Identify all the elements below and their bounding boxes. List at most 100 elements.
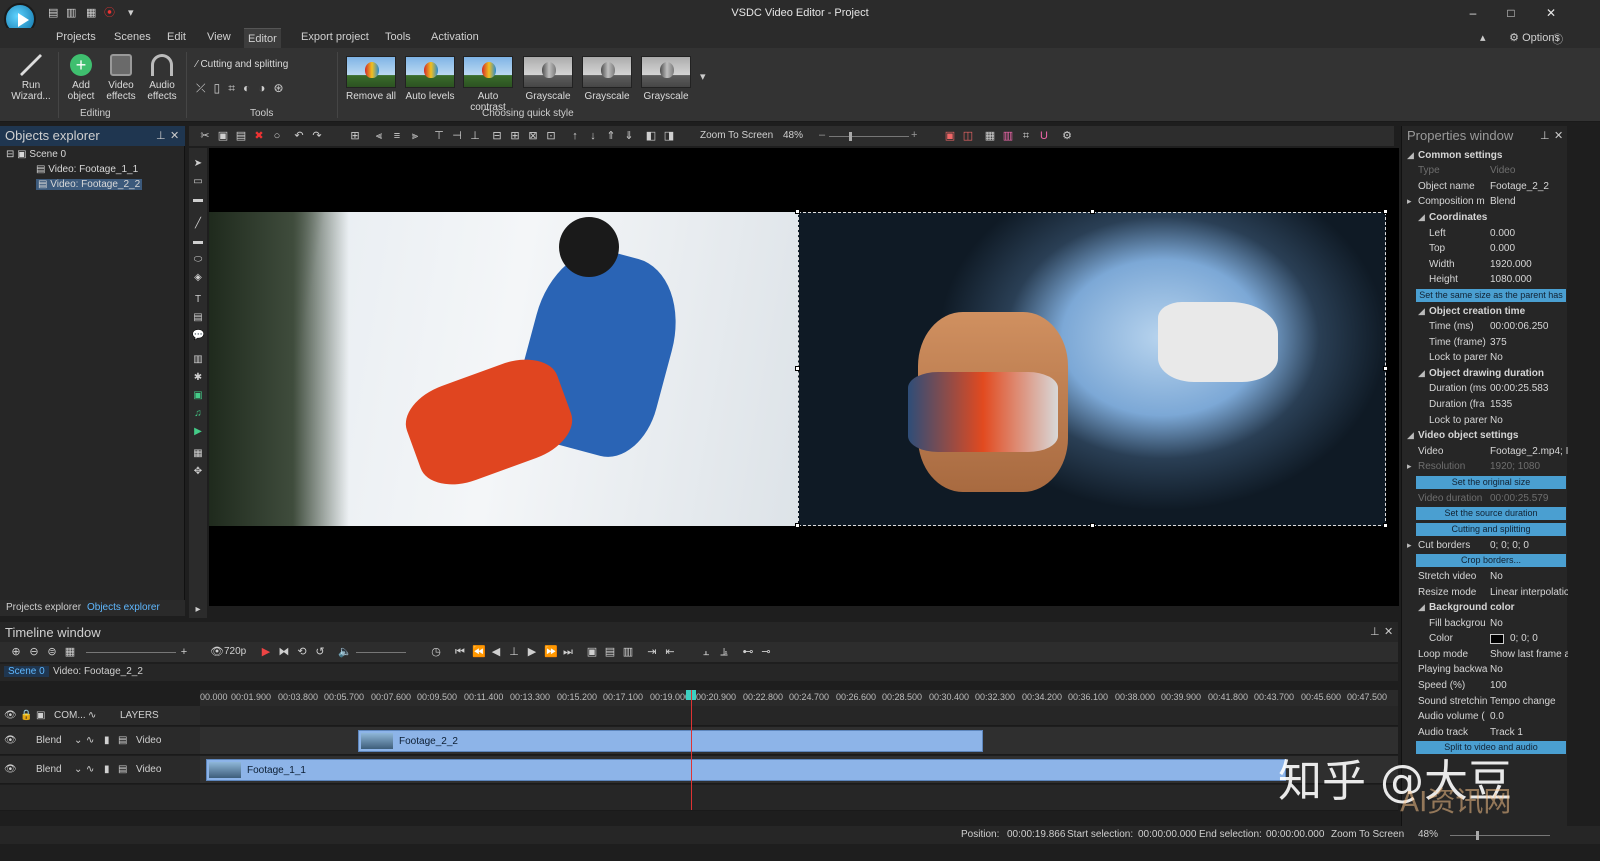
step-back-icon[interactable]: ◀ <box>490 646 502 658</box>
prop-speed[interactable]: Speed (%) 100 <box>1402 678 1568 693</box>
menu-edit[interactable]: Edit <box>163 31 190 43</box>
audio-wave-icon[interactable]: ∿ <box>86 764 94 775</box>
track-lane-1[interactable]: Footage_2_2 <box>200 727 1398 755</box>
animation-tool-icon[interactable]: ✱ <box>192 372 204 384</box>
timeline-ruler[interactable]: 00.000 00:01.900 00:03.800 00:05.700 00:… <box>200 690 1398 706</box>
menu-scenes[interactable]: Scenes <box>110 31 155 43</box>
pointer-icon[interactable]: ➤ <box>192 158 204 170</box>
prop-cut-borders[interactable]: ▸ Cut borders 0; 0; 0; 0 <box>1402 538 1568 553</box>
record-circle-icon[interactable]: ○ <box>271 130 283 142</box>
playhead-line[interactable] <box>691 690 692 810</box>
move-up-icon[interactable]: ↑ <box>569 130 581 142</box>
guides-icon[interactable]: ▥ <box>1002 130 1014 142</box>
preview-eye-icon[interactable]: 👁 <box>210 646 224 658</box>
tab-projects-explorer[interactable]: Projects explorer <box>6 602 81 613</box>
resize-handle[interactable] <box>1383 523 1388 528</box>
chevron-down-icon[interactable]: ⌄ <box>74 735 82 746</box>
same-size-icon[interactable]: ⊠ <box>527 130 539 142</box>
rewind-loop-icon[interactable]: ↺ <box>314 646 326 658</box>
align-middle-icon[interactable]: ⊣ <box>451 130 463 142</box>
group-icon[interactable]: ◧ <box>645 130 657 142</box>
zoom-out-timeline-icon[interactable]: ⊖ <box>28 646 40 658</box>
prop-resize-mode[interactable]: Resize mode Linear interpolation <box>1402 585 1568 600</box>
visibility-eye-icon[interactable]: 👁 <box>4 735 17 746</box>
prop-fill-background[interactable]: Fill backgrou No <box>1402 616 1568 631</box>
tab-objects-explorer[interactable]: Objects explorer <box>87 602 160 613</box>
blend-mode[interactable]: Blend <box>36 764 62 775</box>
undo-icon[interactable]: ↶ <box>293 130 305 142</box>
snap-icon[interactable]: ▣ <box>944 130 956 142</box>
menu-activation[interactable]: Activation <box>427 31 483 43</box>
prop-sound-stretching[interactable]: Sound stretchin Tempo change <box>1402 694 1568 709</box>
scene-canvas[interactable] <box>209 148 1399 606</box>
resize-handle[interactable] <box>1090 523 1095 528</box>
help-icon[interactable]: ⓘ <box>1552 31 1563 47</box>
redo-icon[interactable]: ↷ <box>311 130 323 142</box>
add-object-button[interactable]: + Add object <box>62 54 100 102</box>
close-panel-icon[interactable]: ✕ <box>170 129 179 142</box>
prop-height[interactable]: Height 1080.000 <box>1402 272 1568 287</box>
align-left-icon[interactable]: ⫷ <box>373 130 385 142</box>
section-creation-time[interactable]: ◢ Object creation time <box>1402 304 1568 319</box>
resize-handle[interactable] <box>1090 209 1095 214</box>
track-row-2[interactable]: 👁 Blend ⌄ ∿ ▮ ▤ Video <box>0 756 200 784</box>
send-back-icon[interactable]: ⇓ <box>623 130 635 142</box>
crop-borders-button[interactable]: Crop borders... <box>1416 554 1566 567</box>
mute-icon[interactable]: ▮ <box>104 764 110 775</box>
ungroup-icon[interactable]: ◨ <box>663 130 675 142</box>
style-auto-contrast[interactable]: Auto contrast <box>460 56 516 113</box>
lock-icon[interactable]: 🔒 <box>20 710 32 721</box>
resize-handle[interactable] <box>1383 209 1388 214</box>
shape-tool-icon[interactable]: ◈ <box>192 272 204 284</box>
prop-lock-to-parent-duration[interactable]: Lock to parer No <box>1402 413 1568 428</box>
line-tool-icon[interactable]: ╱ <box>192 218 204 230</box>
marker-icon[interactable]: ▣ <box>586 646 598 658</box>
color-swatch[interactable] <box>1490 634 1504 644</box>
align-top-icon[interactable]: ⊤ <box>433 130 445 142</box>
menu-tools[interactable]: Tools <box>381 31 415 43</box>
status-zoom-knob[interactable] <box>1476 831 1479 840</box>
prop-loop-mode[interactable]: Loop mode Show last frame at <box>1402 647 1568 662</box>
menu-editor[interactable]: Editor <box>244 28 281 48</box>
set-source-duration-button[interactable]: Set the source duration <box>1416 507 1566 520</box>
go-end-icon[interactable]: ⏭ <box>562 646 574 658</box>
video-tool-icon[interactable]: ▭ <box>192 176 204 188</box>
menu-projects[interactable]: Projects <box>52 31 100 43</box>
image-insert-icon[interactable]: ▣ <box>192 390 204 402</box>
tree-video-footage-1[interactable]: ▤ Video: Footage_1_1 <box>36 164 138 175</box>
zoom-value[interactable]: 48% <box>783 130 803 141</box>
pin-icon[interactable]: ⊥ <box>1540 129 1550 142</box>
prop-width[interactable]: Width 1920.000 <box>1402 257 1568 272</box>
prev-frame-icon[interactable]: ⏪ <box>472 646 486 658</box>
prop-time-frame[interactable]: Time (frame) 375 <box>1402 335 1568 350</box>
play-preview-icon[interactable]: ▶ <box>260 646 272 658</box>
maximize-button[interactable]: □ <box>1503 6 1519 20</box>
callout-tool-icon[interactable]: 💬 <box>192 330 204 342</box>
set-original-size-button[interactable]: Set the original size <box>1416 476 1566 489</box>
prop-playing-backwards[interactable]: Playing backwa No <box>1402 662 1568 677</box>
preview-resolution[interactable]: 720p <box>224 646 246 657</box>
style-auto-levels[interactable]: Auto levels <box>402 56 458 102</box>
align-right-icon[interactable]: ⫸ <box>409 130 421 142</box>
distribute-h-icon[interactable]: ⊟ <box>491 130 503 142</box>
prop-time-ms[interactable]: Time (ms) 00:00:06.250 <box>1402 319 1568 334</box>
grid-icon[interactable]: ▦ <box>984 130 996 142</box>
zoom-in-timeline-icon[interactable]: ⊕ <box>10 646 22 658</box>
stop-icon[interactable]: ⊥ <box>508 646 520 658</box>
blend-mode[interactable]: Blend <box>36 735 62 746</box>
pin-icon[interactable]: ⊥ <box>156 129 166 142</box>
style-grayscale-2[interactable]: Grayscale <box>579 56 635 102</box>
style-grayscale-1[interactable]: Grayscale <box>520 56 576 102</box>
magnet-icon[interactable]: ⊸ <box>760 646 772 658</box>
timeline-clip-footage-2[interactable]: Footage_2_2 <box>358 730 983 752</box>
move-down-icon[interactable]: ↓ <box>587 130 599 142</box>
text-tool-icon[interactable]: T <box>192 294 204 306</box>
resize-handle[interactable] <box>795 366 800 371</box>
volume-slider[interactable] <box>356 652 406 653</box>
menu-view[interactable]: View <box>203 31 235 43</box>
run-wizard-button[interactable]: Run Wizard... <box>6 54 56 102</box>
settings-icon[interactable]: ⚙ <box>1061 130 1073 142</box>
set-end-icon[interactable]: ⇤ <box>664 646 676 658</box>
snap-grid-icon[interactable]: ◫ <box>962 130 974 142</box>
tools-icon-row[interactable]: ⤫▯⌗◐◑⊛ <box>196 81 292 96</box>
